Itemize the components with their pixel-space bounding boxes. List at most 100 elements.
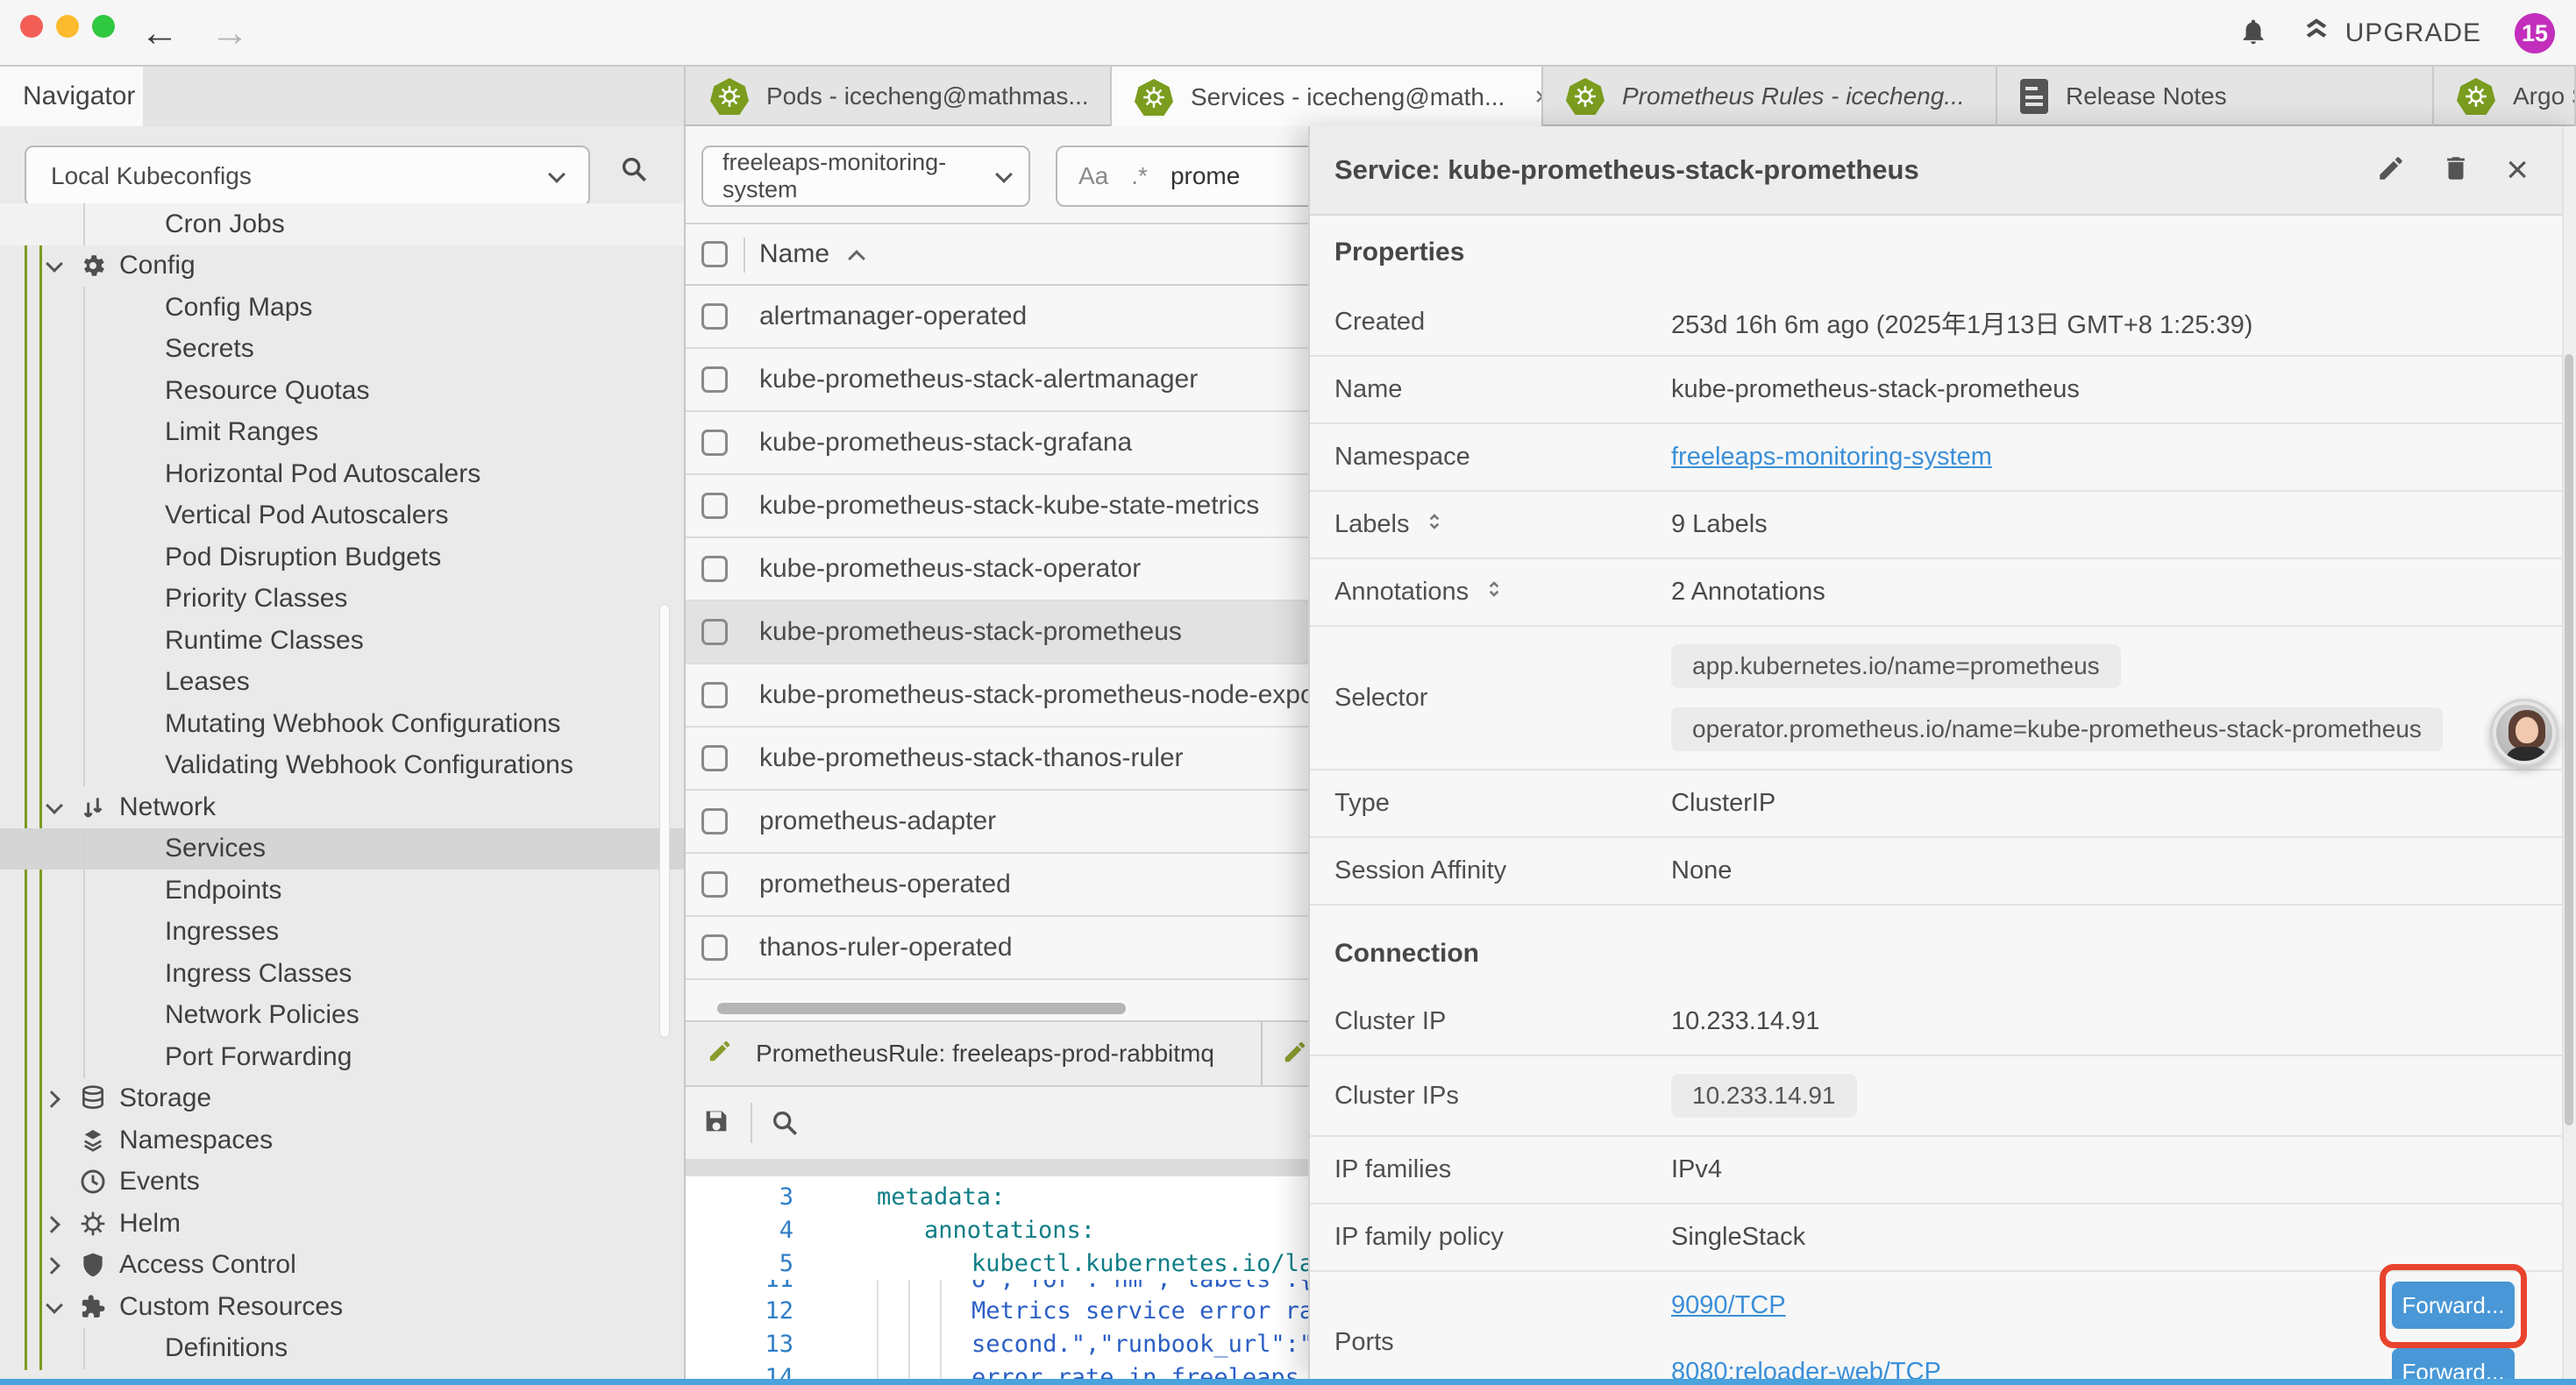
chevron-right-icon[interactable]: [46, 1090, 61, 1106]
table-row-kube-prometheus-stack-prometheus-node-expor[interactable]: kube-prometheus-stack-prometheus-node-ex…: [686, 664, 1308, 728]
save-icon[interactable]: [701, 1106, 731, 1140]
editor-line-11[interactable]: 11o", for : nm , labels :{ service :: [686, 1280, 1308, 1294]
sidebar-item-pod-disruption-budgets[interactable]: Pod Disruption Budgets: [0, 536, 686, 579]
row-checkbox[interactable]: [701, 619, 728, 645]
row-checkbox[interactable]: [701, 366, 728, 393]
sidebar-item-horizontal-pod-autoscalers[interactable]: Horizontal Pod Autoscalers: [0, 453, 686, 495]
row-checkbox[interactable]: [701, 934, 728, 961]
back-arrow-button[interactable]: ←: [140, 0, 179, 67]
sidebar-item-namespaces[interactable]: Namespaces: [0, 1119, 686, 1161]
chevron-right-icon[interactable]: [46, 1216, 61, 1232]
editor-line-13[interactable]: 13second.","runbook_url":"https://net: [686, 1327, 1308, 1360]
table-row-kube-prometheus-stack-operator[interactable]: kube-prometheus-stack-operator: [686, 538, 1308, 601]
editor-search-icon[interactable]: [770, 1108, 800, 1142]
sidebar-item-vertical-pod-autoscalers[interactable]: Vertical Pod Autoscalers: [0, 495, 686, 537]
table-row-kube-prometheus-stack-prometheus[interactable]: kube-prometheus-stack-prometheus: [686, 601, 1308, 664]
forward-button[interactable]: Forward...: [2392, 1282, 2515, 1329]
chevron-down-icon[interactable]: [46, 1299, 61, 1315]
dock-tab-partial[interactable]: [1263, 1022, 1308, 1085]
table-row-alertmanager-operated[interactable]: alertmanager-operated: [686, 286, 1308, 349]
detail-scrollbar-track[interactable]: [2562, 126, 2576, 1379]
row-checkbox[interactable]: [701, 303, 728, 330]
select-all-checkbox[interactable]: [701, 241, 728, 267]
table-row-kube-prometheus-stack-alertmanager[interactable]: kube-prometheus-stack-alertmanager: [686, 349, 1308, 412]
tab-close-icon[interactable]: ×: [1534, 82, 1543, 112]
notifications-bell-icon[interactable]: [2238, 17, 2268, 51]
table-row-prometheus-adapter[interactable]: prometheus-adapter: [686, 791, 1308, 854]
table-row-kube-prometheus-stack-thanos-ruler[interactable]: kube-prometheus-stack-thanos-ruler: [686, 728, 1308, 791]
delete-trash-icon[interactable]: [2441, 153, 2471, 188]
sidebar-item-ingresses[interactable]: Ingresses: [0, 912, 686, 954]
sidebar-item-endpoints[interactable]: Endpoints: [0, 870, 686, 912]
row-checkbox[interactable]: [701, 745, 728, 771]
edit-pencil-icon[interactable]: [2376, 153, 2406, 188]
sidebar-item-port-forwarding[interactable]: Port Forwarding: [0, 1036, 686, 1078]
tab-release-notes[interactable]: Release Notes: [1997, 67, 2434, 126]
sort-updown-icon[interactable]: [1423, 510, 1446, 540]
kubeconfig-selector-dropdown[interactable]: Local Kubeconfigs: [25, 146, 590, 207]
close-icon[interactable]: ×: [2506, 151, 2529, 189]
navigator-panel-tab[interactable]: Navigator: [0, 67, 143, 126]
sidebar-item-resource-quotas[interactable]: Resource Quotas: [0, 370, 686, 412]
traffic-light-close-button[interactable]: [20, 15, 43, 38]
sidebar-item-access-control[interactable]: Access Control: [0, 1245, 686, 1287]
table-row-prometheus-operated[interactable]: prometheus-operated: [686, 854, 1308, 917]
dock-tab-prometheusrule[interactable]: PrometheusRule: freeleaps-prod-rabbitmq: [686, 1022, 1263, 1085]
name-column-header[interactable]: Name: [759, 239, 863, 269]
sidebar-item-mutating-webhook-configurations[interactable]: Mutating Webhook Configurations: [0, 703, 686, 745]
table-row-kube-prometheus-stack-kube-state-metrics[interactable]: kube-prometheus-stack-kube-state-metrics: [686, 475, 1308, 538]
sort-updown-icon[interactable]: [1483, 578, 1505, 607]
user-avatar[interactable]: [2490, 699, 2558, 767]
namespace-link[interactable]: freeleaps-monitoring-system: [1671, 443, 1992, 472]
row-checkbox[interactable]: [701, 682, 728, 708]
sidebar-item-events[interactable]: Events: [0, 1161, 686, 1204]
traffic-light-minimize-button[interactable]: [56, 15, 79, 38]
sidebar-item-network[interactable]: Network: [0, 786, 686, 828]
chevron-down-icon[interactable]: [46, 799, 61, 815]
detail-scrollbar-thumb[interactable]: [2565, 354, 2573, 1126]
traffic-light-zoom-button[interactable]: [92, 15, 115, 38]
port-link[interactable]: 9090/TCP: [1671, 1291, 1786, 1320]
editor-line-12[interactable]: 12Metrics service error rate is {{ $va: [686, 1294, 1308, 1327]
sidebar-item-helm[interactable]: Helm: [0, 1203, 686, 1245]
list-search-input[interactable]: Aa .* prome: [1056, 146, 1308, 207]
tab-prometheus-rules-icecheng[interactable]: Prometheus Rules - icecheng...: [1543, 67, 1997, 126]
sidebar-item-secrets[interactable]: Secrets: [0, 329, 686, 371]
row-checkbox[interactable]: [701, 871, 728, 898]
sidebar-item-network-policies[interactable]: Network Policies: [0, 995, 686, 1037]
yaml-editor[interactable]: 3metadata:4annotations:5kubectl.kubernet…: [686, 1176, 1308, 1379]
sidebar-item-definitions[interactable]: Definitions: [0, 1328, 686, 1370]
editor-line-3[interactable]: 3metadata:: [686, 1180, 1308, 1213]
row-checkbox[interactable]: [701, 556, 728, 582]
editor-partial-line[interactable]: 11o", for : nm , labels :{ service :: [686, 1280, 1308, 1294]
tab-services-icecheng-math[interactable]: Services - icecheng@math...×: [1112, 67, 1543, 128]
sidebar-search-icon[interactable]: [619, 154, 649, 188]
sidebar-item-leases[interactable]: Leases: [0, 662, 686, 704]
forward-arrow-button[interactable]: →: [210, 0, 249, 67]
sidebar-item-services[interactable]: Services: [0, 828, 686, 870]
editor-line-5[interactable]: 5kubectl.kubernetes.io/last-applied-co: [686, 1246, 1308, 1280]
sidebar-item-config[interactable]: Config: [0, 245, 686, 288]
namespace-selector-dropdown[interactable]: freeleaps-monitoring-system: [701, 146, 1030, 207]
port-link[interactable]: 8080:reloader-web/TCP: [1671, 1358, 1941, 1380]
table-row-kube-prometheus-stack-grafana[interactable]: kube-prometheus-stack-grafana: [686, 412, 1308, 475]
sidebar-item-priority-classes[interactable]: Priority Classes: [0, 579, 686, 621]
sidebar-item-limit-ranges[interactable]: Limit Ranges: [0, 412, 686, 454]
horizontal-scrollbar[interactable]: [717, 1003, 1126, 1014]
editor-line-14[interactable]: 14error rate in freeleaps metrics ser: [686, 1360, 1308, 1379]
sidebar-item-custom-resources[interactable]: Custom Resources: [0, 1286, 686, 1328]
notification-count-badge[interactable]: 15: [2515, 13, 2555, 53]
sidebar-item-storage[interactable]: Storage: [0, 1078, 686, 1120]
forward-button[interactable]: Forward...: [2392, 1348, 2515, 1379]
row-checkbox[interactable]: [701, 493, 728, 519]
regex-icon[interactable]: .*: [1131, 162, 1148, 190]
sidebar-item-config-maps[interactable]: Config Maps: [0, 287, 686, 329]
tab-pods-icecheng-mathmas[interactable]: Pods - icecheng@mathmas...: [687, 67, 1112, 126]
sidebar-item-ingress-classes[interactable]: Ingress Classes: [0, 953, 686, 995]
row-checkbox[interactable]: [701, 430, 728, 456]
match-case-icon[interactable]: Aa: [1078, 162, 1108, 190]
sidebar-item-cron-jobs[interactable]: Cron Jobs: [0, 203, 686, 245]
chevron-right-icon[interactable]: [46, 1257, 61, 1273]
row-checkbox[interactable]: [701, 808, 728, 835]
chevron-down-icon[interactable]: [46, 258, 61, 273]
